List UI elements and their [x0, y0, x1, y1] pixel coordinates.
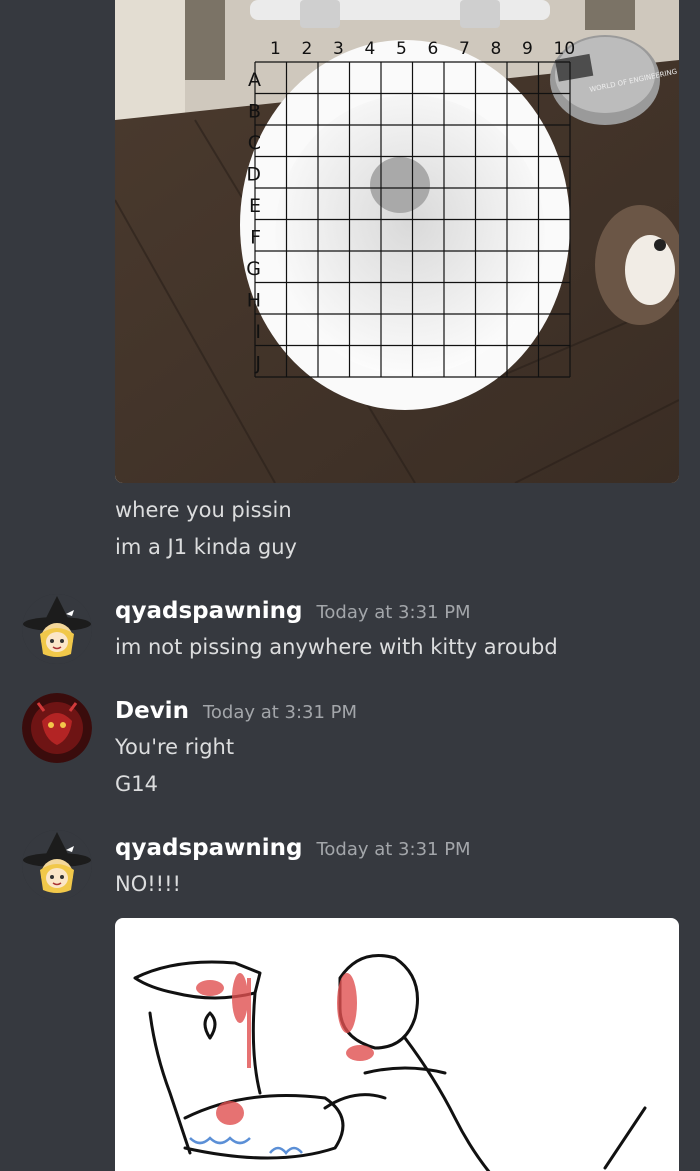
grid-row-label: H: [247, 290, 261, 312]
user-avatar[interactable]: [22, 693, 92, 763]
user-avatar[interactable]: [22, 830, 92, 900]
timestamp[interactable]: Today at 3:31 PM: [203, 702, 357, 723]
grid-column-label: 5: [396, 39, 407, 59]
grid-column-label: 7: [459, 39, 470, 59]
message-text-line: where you pissin: [115, 498, 292, 522]
message-text-line: You're right: [115, 735, 235, 759]
user-avatar[interactable]: [22, 594, 92, 664]
username[interactable]: qyadspawning: [115, 598, 302, 624]
grid-row-label: E: [249, 195, 261, 217]
grid-column-label: 6: [428, 39, 439, 59]
witch-avatar-icon: [22, 594, 92, 664]
message-header: Devin Today at 3:31 PM: [115, 698, 357, 724]
message-text-line: im not pissing anywhere with kitty aroub…: [115, 635, 558, 659]
username[interactable]: qyadspawning: [115, 835, 302, 861]
message-header: qyadspawning Today at 3:31 PM: [115, 835, 471, 861]
grid-row-label: G: [246, 258, 261, 280]
grid-column-label: 3: [333, 39, 344, 59]
toilet-sketch-drawing: [133, 954, 647, 1171]
red-mask-avatar-icon: [22, 693, 92, 763]
grid-column-label: 4: [365, 39, 376, 59]
grid-row-label: C: [248, 132, 261, 154]
grid-row-label: F: [250, 227, 261, 249]
grid-row-label: A: [248, 69, 261, 91]
message-text-line: im a J1 kinda guy: [115, 535, 297, 559]
grid-row-label: D: [246, 164, 261, 186]
grid-column-label: 10: [554, 39, 576, 59]
grid-column-label: 8: [491, 39, 502, 59]
message-text-line: G14: [115, 772, 158, 796]
grid-column-label: 9: [522, 39, 533, 59]
toilet-grid-picture: WORLD OF ENGINEERING 1 2 3 4 5 6 7 8 9 10 ABCDEFG…: [115, 0, 679, 483]
grid-column-label: 1: [270, 39, 281, 59]
grid-row-label: I: [255, 321, 261, 343]
timestamp[interactable]: Today at 3:31 PM: [316, 602, 470, 623]
witch-avatar-icon: [22, 830, 92, 900]
username[interactable]: Devin: [115, 698, 189, 724]
grid-column-label: 2: [302, 39, 313, 59]
attached-image-sketch[interactable]: [115, 918, 679, 1171]
message-text-line: NO!!!!: [115, 872, 181, 896]
grid-row-label: B: [248, 101, 261, 123]
attached-image-toilet-grid[interactable]: WORLD OF ENGINEERING 1 2 3 4 5 6 7 8 9 10 ABCDEFG…: [115, 0, 679, 483]
message-header: qyadspawning Today at 3:31 PM: [115, 598, 471, 624]
timestamp[interactable]: Today at 3:31 PM: [316, 839, 470, 860]
grid-row-label: J: [254, 353, 261, 375]
